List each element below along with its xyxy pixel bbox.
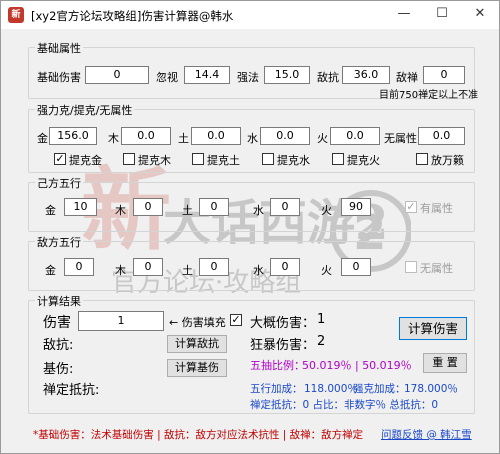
window-title: [xy2官方论坛攻略组]伤害计算器@韩水 — [31, 9, 234, 23]
enemy-earth-input[interactable]: 0 — [199, 258, 229, 276]
enemy-resist-input[interactable]: 36.0 — [342, 66, 390, 84]
elements-group-title: 强力克/提克/无属性 — [35, 102, 135, 118]
boost-metal-label: 提克金 — [69, 154, 102, 167]
enemy-wood-label: 木 — [115, 264, 126, 277]
zen-resist-label: 禅定抵抗: — [43, 383, 100, 398]
calc-enemy-res-button[interactable]: 计算敌抗 — [167, 335, 227, 353]
enemy-metal-label: 金 — [45, 264, 56, 277]
enemy-five-title: 敌方五行 — [35, 234, 83, 250]
enemy-zen-label: 敌禅 — [396, 71, 418, 84]
minimize-button[interactable]: — — [385, 1, 423, 29]
ignore-label: 忽视 — [156, 71, 178, 84]
feedback-link[interactable]: 问题反馈 @ 韩江雪 — [381, 427, 472, 442]
zen-note: 目前750禅定以上不准 — [379, 90, 479, 101]
reset-button[interactable]: 重 置 — [423, 353, 467, 373]
enemy-zen-input[interactable]: 0 — [423, 66, 465, 84]
title-bar: 新 [xy2官方论坛攻略组]伤害计算器@韩水 — ☐ ✕ — [1, 1, 499, 29]
maximize-button[interactable]: ☐ — [423, 1, 461, 29]
boost-water-checkbox[interactable] — [262, 153, 274, 165]
app-window: 新 [xy2官方论坛攻略组]伤害计算器@韩水 — ☐ ✕ 新 大话西游2 2 官… — [0, 0, 500, 454]
self-metal-label: 金 — [45, 204, 56, 217]
five-bonus-label: 五行加成： — [250, 383, 303, 395]
base-damage-input[interactable]: 0 — [85, 66, 149, 84]
earth-input[interactable]: 0.0 — [191, 127, 241, 145]
base-damage-result-label: 基伤: — [43, 362, 74, 377]
self-fire-label: 火 — [321, 204, 332, 217]
water-input[interactable]: 0.0 — [260, 127, 310, 145]
wood-label: 木 — [108, 132, 119, 145]
damage-input[interactable]: 1 — [78, 311, 164, 331]
no-attr-checkbox[interactable] — [405, 261, 417, 273]
self-five-title: 己方五行 — [35, 175, 83, 191]
boost-fire-checkbox[interactable] — [332, 153, 344, 165]
boost-water-label: 提克水 — [277, 154, 310, 167]
water-label: 水 — [247, 132, 258, 145]
self-wood-label: 木 — [115, 204, 126, 217]
approx-damage-value: 1 — [317, 312, 326, 327]
ratio-value: 50.019％ | 50.019％ — [302, 359, 412, 372]
five-bonus-value: 118.000％ — [304, 383, 358, 395]
app-icon: 新 — [8, 7, 24, 23]
self-fire-input[interactable]: 90 — [341, 198, 371, 216]
strong-bonus-label: 强克加成： — [353, 383, 406, 395]
no-attr-input[interactable]: 0.0 — [418, 127, 465, 145]
boost-earth-label: 提克土 — [207, 154, 240, 167]
close-button[interactable]: ✕ — [461, 1, 499, 29]
no-attr-label: 无属性 — [384, 132, 417, 145]
strong-magic-label: 强法 — [237, 71, 259, 84]
enemy-resist-label: 敌抗 — [317, 71, 339, 84]
metal-input[interactable]: 156.0 — [49, 127, 97, 145]
fire-input[interactable]: 0.0 — [330, 127, 380, 145]
self-earth-label: 土 — [182, 204, 193, 217]
enemy-water-label: 水 — [253, 264, 264, 277]
damage-fill-label: ← 伤害填充 — [169, 316, 226, 329]
wanlai-checkbox[interactable] — [416, 153, 428, 165]
base-damage-label: 基础伤害 — [37, 71, 81, 84]
self-water-label: 水 — [253, 204, 264, 217]
enemy-fire-input[interactable]: 0 — [341, 258, 371, 276]
approx-damage-label: 大概伤害： — [250, 316, 316, 331]
zen-resist-line: 禅定抵抗：0 占比：非数字％ 总抵抗：0 — [250, 399, 439, 411]
wanlai-label: 放万籁 — [431, 154, 464, 167]
self-earth-input[interactable]: 0 — [199, 198, 229, 216]
boost-earth-checkbox[interactable] — [192, 153, 204, 165]
ratio-label: 五抽比例： — [250, 359, 305, 372]
result-title: 计算结果 — [35, 293, 83, 309]
calc-base-button[interactable]: 计算基伤 — [167, 359, 227, 377]
self-water-input[interactable]: 0 — [270, 198, 300, 216]
calc-damage-button[interactable]: 计算伤害 — [399, 317, 467, 340]
self-wood-input[interactable]: 0 — [133, 198, 163, 216]
metal-label: 金 — [37, 132, 48, 145]
self-metal-input[interactable]: 10 — [64, 198, 97, 216]
boost-wood-checkbox[interactable] — [123, 153, 135, 165]
enemy-res-label: 敌抗: — [43, 338, 74, 353]
strong-bonus-value: 178.000％ — [404, 383, 458, 395]
has-attr-label: 有属性 — [420, 202, 453, 215]
footer-note: *基础伤害：法术基础伤害 | 敌抗：敌方对应法术抗性 | 敌禅：敌方禅定 — [33, 429, 364, 441]
ignore-input[interactable]: 14.4 — [184, 66, 230, 84]
enemy-water-input[interactable]: 0 — [270, 258, 300, 276]
boost-wood-label: 提克木 — [138, 154, 171, 167]
crit-damage-value: 2 — [317, 334, 326, 349]
wood-input[interactable]: 0.0 — [121, 127, 171, 145]
enemy-metal-input[interactable]: 0 — [64, 258, 94, 276]
earth-label: 土 — [178, 132, 189, 145]
boost-metal-checkbox[interactable]: ✓ — [54, 153, 66, 165]
enemy-fire-label: 火 — [321, 264, 332, 277]
damage-fill-checkbox[interactable]: ✓ — [230, 314, 242, 326]
enemy-wood-input[interactable]: 0 — [133, 258, 163, 276]
boost-fire-label: 提克火 — [347, 154, 380, 167]
fire-label: 火 — [317, 132, 328, 145]
crit-damage-label: 狂暴伤害： — [250, 338, 316, 353]
enemy-earth-label: 土 — [182, 264, 193, 277]
strong-magic-input[interactable]: 15.0 — [264, 66, 310, 84]
damage-label: 伤害 — [43, 315, 71, 331]
enemy-no-attr-label: 无属性 — [420, 262, 453, 275]
has-attr-checkbox[interactable]: ✓ — [405, 201, 417, 213]
basic-group-title: 基础属性 — [35, 40, 83, 56]
